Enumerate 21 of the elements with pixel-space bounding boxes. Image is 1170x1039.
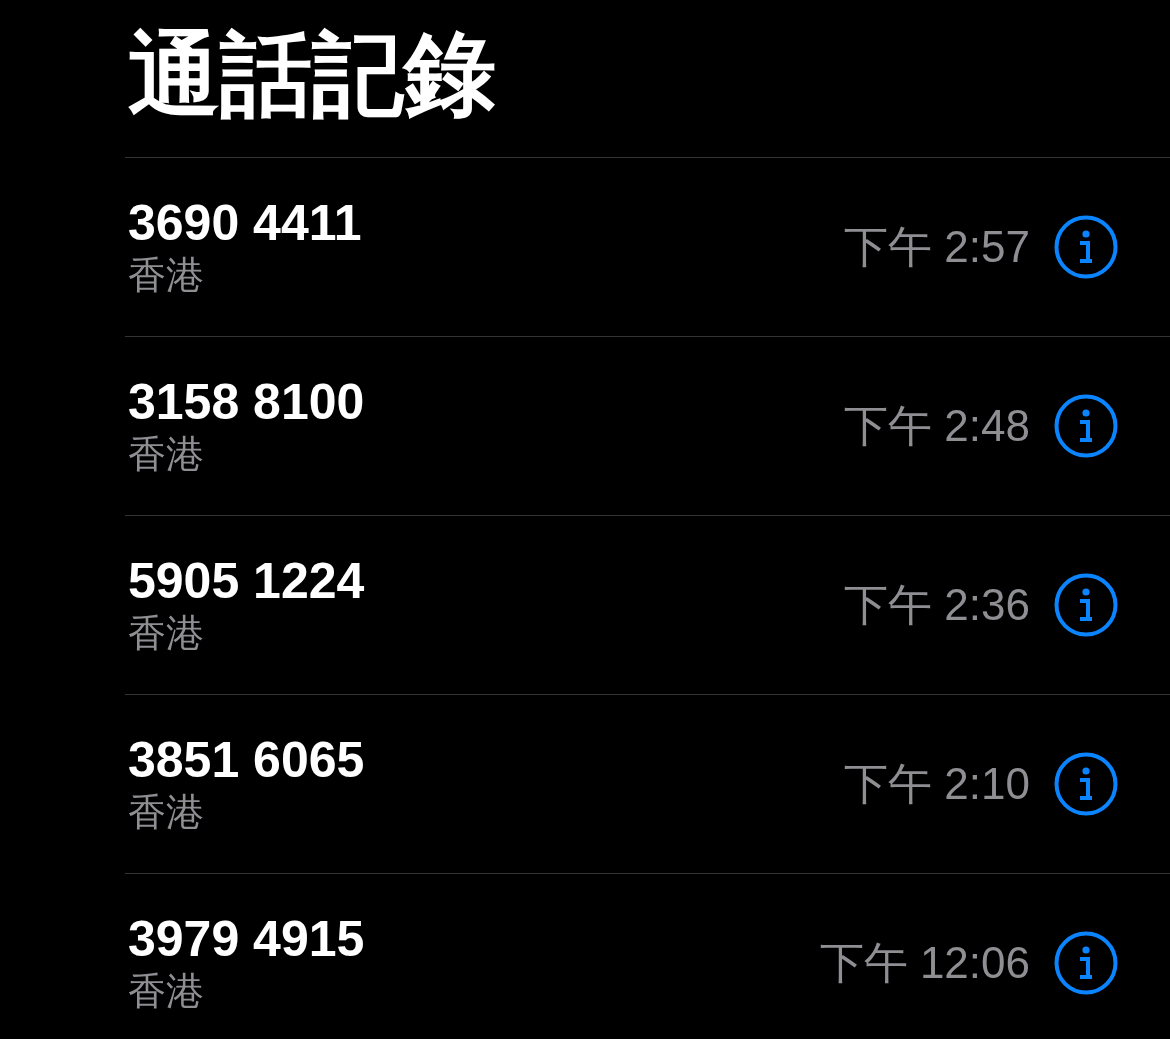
call-location: 香港 <box>128 789 205 835</box>
call-time: 下午 2:48 <box>844 399 1030 452</box>
call-location: 香港 <box>128 431 205 477</box>
phone-number: 3851 6065 <box>128 732 366 790</box>
info-icon[interactable] <box>1054 394 1118 458</box>
call-location: 香港 <box>128 968 205 1014</box>
call-time: 下午 2:57 <box>844 220 1030 273</box>
info-icon[interactable] <box>1054 752 1118 816</box>
info-icon[interactable] <box>1054 215 1118 279</box>
call-time: 下午 2:10 <box>844 757 1030 810</box>
call-location: 香港 <box>128 252 205 298</box>
call-location: 香港 <box>128 610 205 656</box>
phone-number: 5905 1224 <box>128 553 366 611</box>
info-icon[interactable] <box>1054 931 1118 995</box>
phone-number: 3158 8100 <box>128 374 366 432</box>
call-time: 下午 2:36 <box>844 578 1030 631</box>
call-time: 下午 12:06 <box>819 936 1030 989</box>
info-icon[interactable] <box>1054 573 1118 637</box>
phone-number: 3690 4411 <box>128 195 363 253</box>
page-title: 通話記錄 <box>128 27 496 120</box>
phone-number: 3979 4915 <box>128 911 366 969</box>
